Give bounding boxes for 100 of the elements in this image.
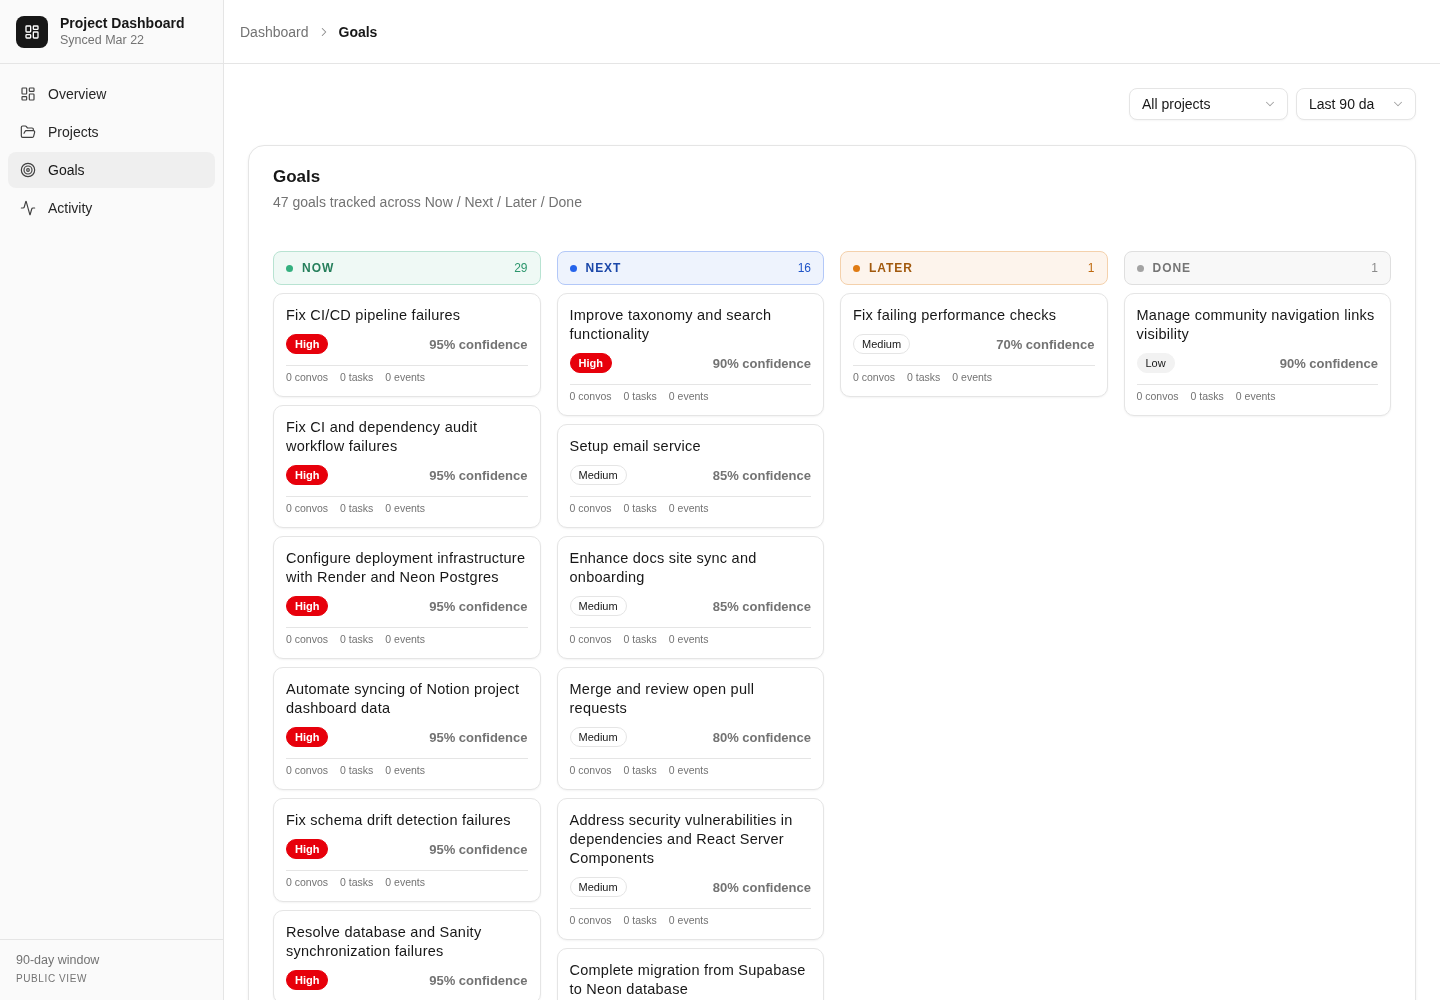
goal-card[interactable]: Setup email service Medium 85% confidence 0 convos 0 tasks 0 events [556, 424, 824, 528]
stat-text: 0 events [385, 501, 425, 515]
priority-badge: High [286, 970, 329, 990]
stat-text: 0 convos [569, 501, 612, 515]
stat-text: 0 events [668, 389, 709, 403]
stat-text: 0 tasks [907, 370, 941, 384]
goal-title: Complete migration from Supabase to Neon database [569, 961, 807, 999]
goal-card[interactable]: Address security vulnerabilities in dependencies and React Server Components Medium 80% confidence 0 convos 0 tasks 0 events [556, 798, 824, 940]
goal-card[interactable]: Merge and review open pull requests Medium 80% confidence 0 convos 0 tasks 0 events [556, 667, 824, 790]
goal-title: Configure deployment infrastructure with Render and Neon Postgres [286, 549, 527, 587]
stat-text: 0 events [952, 370, 992, 384]
goal-title: Automate syncing of Notion project dashboard data [286, 680, 521, 718]
column-count: 1 [1087, 261, 1095, 275]
breadcrumb-current[interactable]: Goals [338, 23, 378, 40]
stat-text: 0 tasks [623, 632, 657, 646]
priority-badge: High [286, 465, 329, 485]
goal-card[interactable]: Complete migration from Supabase to Neon database [556, 948, 824, 1000]
confidence-text: 90% confidence [1279, 355, 1378, 371]
confidence-text: 95% confidence [429, 972, 528, 988]
column-count: 1 [1371, 261, 1378, 275]
stat-text: 0 tasks [340, 632, 374, 646]
stat-text: 0 convos [286, 370, 329, 384]
column-label: NEXT [585, 261, 623, 275]
dashboard-grid-icon [20, 86, 36, 102]
goal-title: Fix CI and dependency audit workflow failures [286, 418, 479, 456]
goal-title: Fix schema drift detection failures [286, 811, 512, 830]
priority-badge: High [286, 727, 329, 747]
stat-text: 0 events [1235, 389, 1276, 403]
confidence-text: 80% confidence [712, 729, 811, 745]
goal-card[interactable]: Fix failing performance checks Medium 70% confidence 0 convos 0 tasks 0 events [840, 293, 1108, 397]
goal-card[interactable]: Improve taxonomy and search functionality High 90% confidence 0 convos 0 tasks 0 events [556, 293, 824, 416]
goal-card[interactable]: Manage community navigation links visibility Low 90% confidence 0 convos 0 tasks 0 events [1123, 293, 1391, 416]
app-title: Project Dashboard [60, 14, 185, 32]
goal-card[interactable]: Configure deployment infrastructure with Render and Neon Postgres High 95% confidence 0 convos 0 tasks 0 events [273, 536, 541, 659]
stat-text: 0 events [668, 913, 709, 927]
panel-subtitle: 47 goals tracked across Now / Next / Later / Done [273, 193, 583, 212]
stat-text: 0 tasks [623, 763, 657, 777]
stat-text: 0 convos [286, 632, 329, 646]
goal-title: Address security vulnerabilities in dependencies and React Server Components [569, 811, 794, 868]
priority-badge: Medium [853, 334, 911, 354]
stat-text: 0 convos [286, 875, 329, 889]
goal-title: Resolve database and Sanity synchronization failures [286, 923, 483, 961]
priority-badge: Low [1136, 353, 1175, 373]
stat-text: 0 convos [286, 763, 329, 777]
breadcrumb-link[interactable]: Dashboard [240, 23, 309, 40]
goal-title: Setup email service [569, 437, 702, 456]
goal-card[interactable]: Enhance docs site sync and onboarding Medium 85% confidence 0 convos 0 tasks 0 events [556, 536, 824, 659]
stat-text: 0 events [668, 763, 709, 777]
confidence-text: 70% confidence [996, 336, 1095, 352]
panel-title: Goals [273, 166, 322, 188]
stat-text: 0 tasks [1190, 389, 1224, 403]
goal-card[interactable]: Fix CI/CD pipeline failures High 95% confidence 0 convos 0 tasks 0 events [273, 293, 541, 397]
stat-text: 0 events [668, 501, 709, 515]
column-count: 16 [797, 261, 811, 275]
goal-title: Merge and review open pull requests [569, 680, 756, 718]
nav-item[interactable]: Projects [8, 114, 215, 150]
column-label: DONE [1152, 261, 1192, 275]
target-icon [20, 162, 36, 178]
goal-title: Manage community navigation links visibility [1136, 306, 1376, 344]
priority-badge: Medium [569, 727, 627, 747]
confidence-text: 90% confidence [712, 355, 811, 371]
stat-text: 0 tasks [340, 370, 374, 384]
confidence-text: 95% confidence [429, 467, 528, 483]
goal-card[interactable]: Fix CI and dependency audit workflow failures High 95% confidence 0 convos 0 tasks 0 events [273, 405, 541, 528]
filter-select[interactable]: Last 90 da [1296, 88, 1416, 120]
goal-title: Fix failing performance checks [853, 306, 1058, 325]
priority-badge: Medium [569, 596, 627, 616]
stat-text: 0 convos [1136, 389, 1179, 403]
nav-item[interactable]: Activity [8, 190, 215, 226]
stat-text: 0 tasks [340, 501, 374, 515]
stat-text: 0 events [385, 763, 425, 777]
confidence-text: 85% confidence [712, 467, 811, 483]
window-label: 90-day window [16, 952, 101, 969]
view-label: PUBLIC VIEW [16, 972, 89, 986]
stat-text: 0 events [668, 632, 709, 646]
goal-title: Enhance docs site sync and onboarding [569, 549, 758, 587]
stat-text: 0 convos [569, 389, 612, 403]
column-label: NOW [302, 261, 336, 275]
confidence-text: 95% confidence [429, 729, 528, 745]
goal-title: Improve taxonomy and search functionality [569, 306, 773, 344]
nav-item[interactable]: Overview [8, 76, 215, 112]
stat-text: 0 convos [569, 632, 612, 646]
goal-card[interactable]: Resolve database and Sanity synchronization failures High 95% confidence [273, 910, 541, 1000]
confidence-text: 80% confidence [712, 879, 811, 895]
goal-card[interactable]: Automate syncing of Notion project dashboard data High 95% confidence 0 convos 0 tasks 0 events [273, 667, 541, 790]
nav-item[interactable]: Goals [8, 152, 215, 188]
stat-text: 0 convos [569, 763, 612, 777]
goal-title: Fix CI/CD pipeline failures [286, 306, 462, 325]
priority-badge: High [286, 839, 329, 859]
stat-text: 0 tasks [623, 913, 657, 927]
column-label: LATER [869, 261, 914, 275]
priority-badge: Medium [569, 877, 627, 897]
stat-text: 0 events [385, 875, 425, 889]
column-count: 29 [514, 261, 528, 275]
activity-icon [20, 200, 36, 216]
goal-card[interactable]: Fix schema drift detection failures High 95% confidence 0 convos 0 tasks 0 events [273, 798, 541, 902]
confidence-text: 95% confidence [429, 598, 528, 614]
stat-text: 0 events [385, 632, 425, 646]
confidence-text: 95% confidence [429, 841, 528, 857]
filter-select[interactable]: All projects [1129, 88, 1288, 120]
